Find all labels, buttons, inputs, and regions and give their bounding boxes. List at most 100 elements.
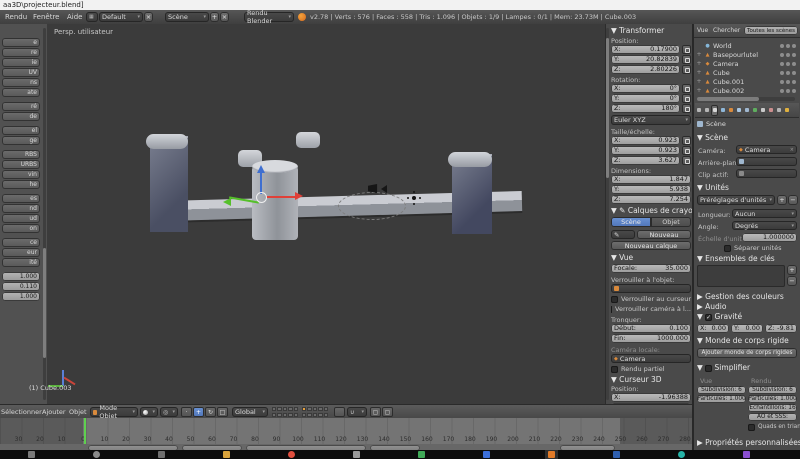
select-icon[interactable] xyxy=(786,62,790,66)
modifiers-tab[interactable] xyxy=(743,105,750,116)
layer-toggle[interactable] xyxy=(324,407,328,411)
lock-icon[interactable] xyxy=(682,65,691,74)
eye-icon[interactable] xyxy=(780,80,784,84)
rigid-body-panel-header[interactable]: ▼ Monde de corps rigide xyxy=(697,337,789,345)
render-icon[interactable] xyxy=(792,80,796,84)
layout-browse-icon[interactable]: ▦ xyxy=(86,12,98,22)
rotation-field[interactable]: X:0° xyxy=(611,84,691,93)
texture-tab[interactable] xyxy=(767,105,774,116)
layer-toggle[interactable] xyxy=(313,413,317,417)
manipulator-center-circle[interactable] xyxy=(256,192,267,203)
menu-render[interactable]: Rendu xyxy=(5,10,27,24)
keying-add-icon[interactable]: + xyxy=(787,265,797,275)
rotate-manipulator-button[interactable]: ↻ xyxy=(205,407,216,417)
outliner-item-camera[interactable]: +◆Camera xyxy=(696,59,798,68)
new-layer-button[interactable]: Nouveau calque xyxy=(611,241,691,250)
eye-icon[interactable] xyxy=(780,44,784,48)
checkbox-icon[interactable] xyxy=(611,366,618,373)
audio-panel-header[interactable]: ▶ Audio xyxy=(697,303,726,311)
gravity-field[interactable]: Y:0.00 xyxy=(731,324,763,333)
lock-icon[interactable] xyxy=(682,55,691,64)
menu-window[interactable]: Fenêtre xyxy=(33,10,59,24)
outliner-item-cube.001[interactable]: +▲Cube.001 xyxy=(696,77,798,86)
pivot-dropdown[interactable]: ◎▾ xyxy=(160,407,178,417)
clip-start-field[interactable]: Début:0.100 xyxy=(611,324,691,333)
taskbar-app-icon[interactable] xyxy=(288,451,295,458)
keying-remove-icon[interactable]: − xyxy=(787,276,797,286)
physics-tab[interactable] xyxy=(783,105,790,116)
length-dropdown[interactable]: Aucun▾ xyxy=(732,209,797,218)
tool-shelf-button[interactable]: ie xyxy=(2,58,40,67)
manipulator-x-axis[interactable] xyxy=(266,196,296,198)
layer-toggle[interactable] xyxy=(277,413,281,417)
gravity-checkbox[interactable]: ✓ xyxy=(705,314,712,321)
outliner-menu-view[interactable]: Vue xyxy=(697,24,708,37)
expand-icon[interactable]: + xyxy=(696,51,702,58)
taskbar-app-icon[interactable] xyxy=(223,451,230,458)
scene-add-icon[interactable]: + xyxy=(210,12,219,22)
render-opengl-anim-button[interactable]: ▢ xyxy=(382,407,393,417)
preset-remove-icon[interactable]: − xyxy=(788,195,798,205)
lamp-object-icon[interactable] xyxy=(412,196,416,200)
tool-shelf-button[interactable]: 1.000 xyxy=(2,272,40,281)
rotation-mode-dropdown[interactable]: Euler XYZ▾ xyxy=(611,115,691,125)
tool-shelf-button[interactable]: 1.000 xyxy=(2,292,40,301)
preset-add-icon[interactable]: + xyxy=(777,195,787,205)
select-icon[interactable] xyxy=(786,80,790,84)
manipulator-z-arrow[interactable] xyxy=(257,165,265,173)
outliner-scrollbar[interactable] xyxy=(697,97,795,101)
keying-sets-panel-header[interactable]: ▼ Ensembles de clés xyxy=(697,255,775,263)
scene-panel-header[interactable]: ▼ Scène xyxy=(697,134,728,142)
scene-tab[interactable] xyxy=(711,105,718,116)
layer-toggle[interactable] xyxy=(283,413,287,417)
scale-field[interactable]: Y:0.923 xyxy=(611,146,691,155)
layer-toggle[interactable] xyxy=(272,407,276,411)
eye-icon[interactable] xyxy=(780,62,784,66)
outliner-item-basepourlutel[interactable]: +▲Basepourlutel xyxy=(696,50,798,59)
scene-selector[interactable]: Scène▾ xyxy=(165,12,209,22)
grease-pencil-icon[interactable]: ✎ xyxy=(611,230,635,239)
layer-toggle[interactable] xyxy=(283,407,287,411)
tool-shelf-button[interactable]: on xyxy=(2,224,40,233)
layer-toggle[interactable] xyxy=(307,407,311,411)
lock-icon[interactable] xyxy=(682,136,691,145)
render-icon[interactable] xyxy=(792,44,796,48)
select-icon[interactable] xyxy=(786,89,790,93)
eye-icon[interactable] xyxy=(780,71,784,75)
taskbar-app-icon[interactable] xyxy=(158,451,165,458)
tool-shelf-button[interactable]: RBS xyxy=(2,150,40,159)
world-tab[interactable] xyxy=(719,105,726,116)
tool-shelf-scrollbar[interactable] xyxy=(43,28,46,400)
checkbox-icon[interactable] xyxy=(748,424,755,431)
checkbox-icon[interactable] xyxy=(724,245,731,252)
model-right-roller[interactable] xyxy=(448,152,492,167)
lock-cursor-checkbox[interactable]: Verrouiller au curseur xyxy=(611,295,691,303)
material-tab[interactable] xyxy=(759,105,766,116)
render-icon[interactable] xyxy=(792,62,796,66)
tool-shelf-button[interactable]: ré xyxy=(2,102,40,111)
unit-scale-field[interactable]: 1.000000 xyxy=(742,233,797,242)
tool-shelf-button[interactable]: 0.110 xyxy=(2,282,40,291)
lock-icon[interactable] xyxy=(682,156,691,165)
tool-shelf-button[interactable]: e xyxy=(2,38,40,47)
tool-shelf-button[interactable]: ce xyxy=(2,238,40,247)
position-field[interactable]: X:0.17900 xyxy=(611,45,691,54)
model-center-cylinder[interactable] xyxy=(252,166,298,240)
render-border-checkbox[interactable]: Rendu partiel xyxy=(611,365,691,373)
angle-dropdown[interactable]: Degrés▾ xyxy=(732,221,797,230)
outliner-item-world[interactable]: ●World xyxy=(696,41,798,50)
simplify-checkbox[interactable] xyxy=(705,365,712,372)
tab-object[interactable]: Objet xyxy=(651,217,691,227)
position-field[interactable]: Y:20.82839 xyxy=(611,55,691,64)
active-clip-field[interactable] xyxy=(736,169,797,178)
render-tab[interactable] xyxy=(695,105,702,116)
custom-properties-panel-header[interactable]: ▶ Propriétés personnalisées xyxy=(697,439,800,447)
tab-scene[interactable]: Scène xyxy=(611,217,651,227)
taskbar-app-icon[interactable] xyxy=(93,451,100,458)
tool-shelf-button[interactable]: es xyxy=(2,194,40,203)
tool-shelf-button[interactable]: el xyxy=(2,126,40,135)
dimension-field[interactable]: Z:7.254 xyxy=(611,195,691,204)
taskbar-app-icon[interactable] xyxy=(548,451,555,458)
timeline[interactable]: 3020100102030405060708090100110120130140… xyxy=(0,418,692,446)
layer-toggle[interactable] xyxy=(302,407,306,411)
